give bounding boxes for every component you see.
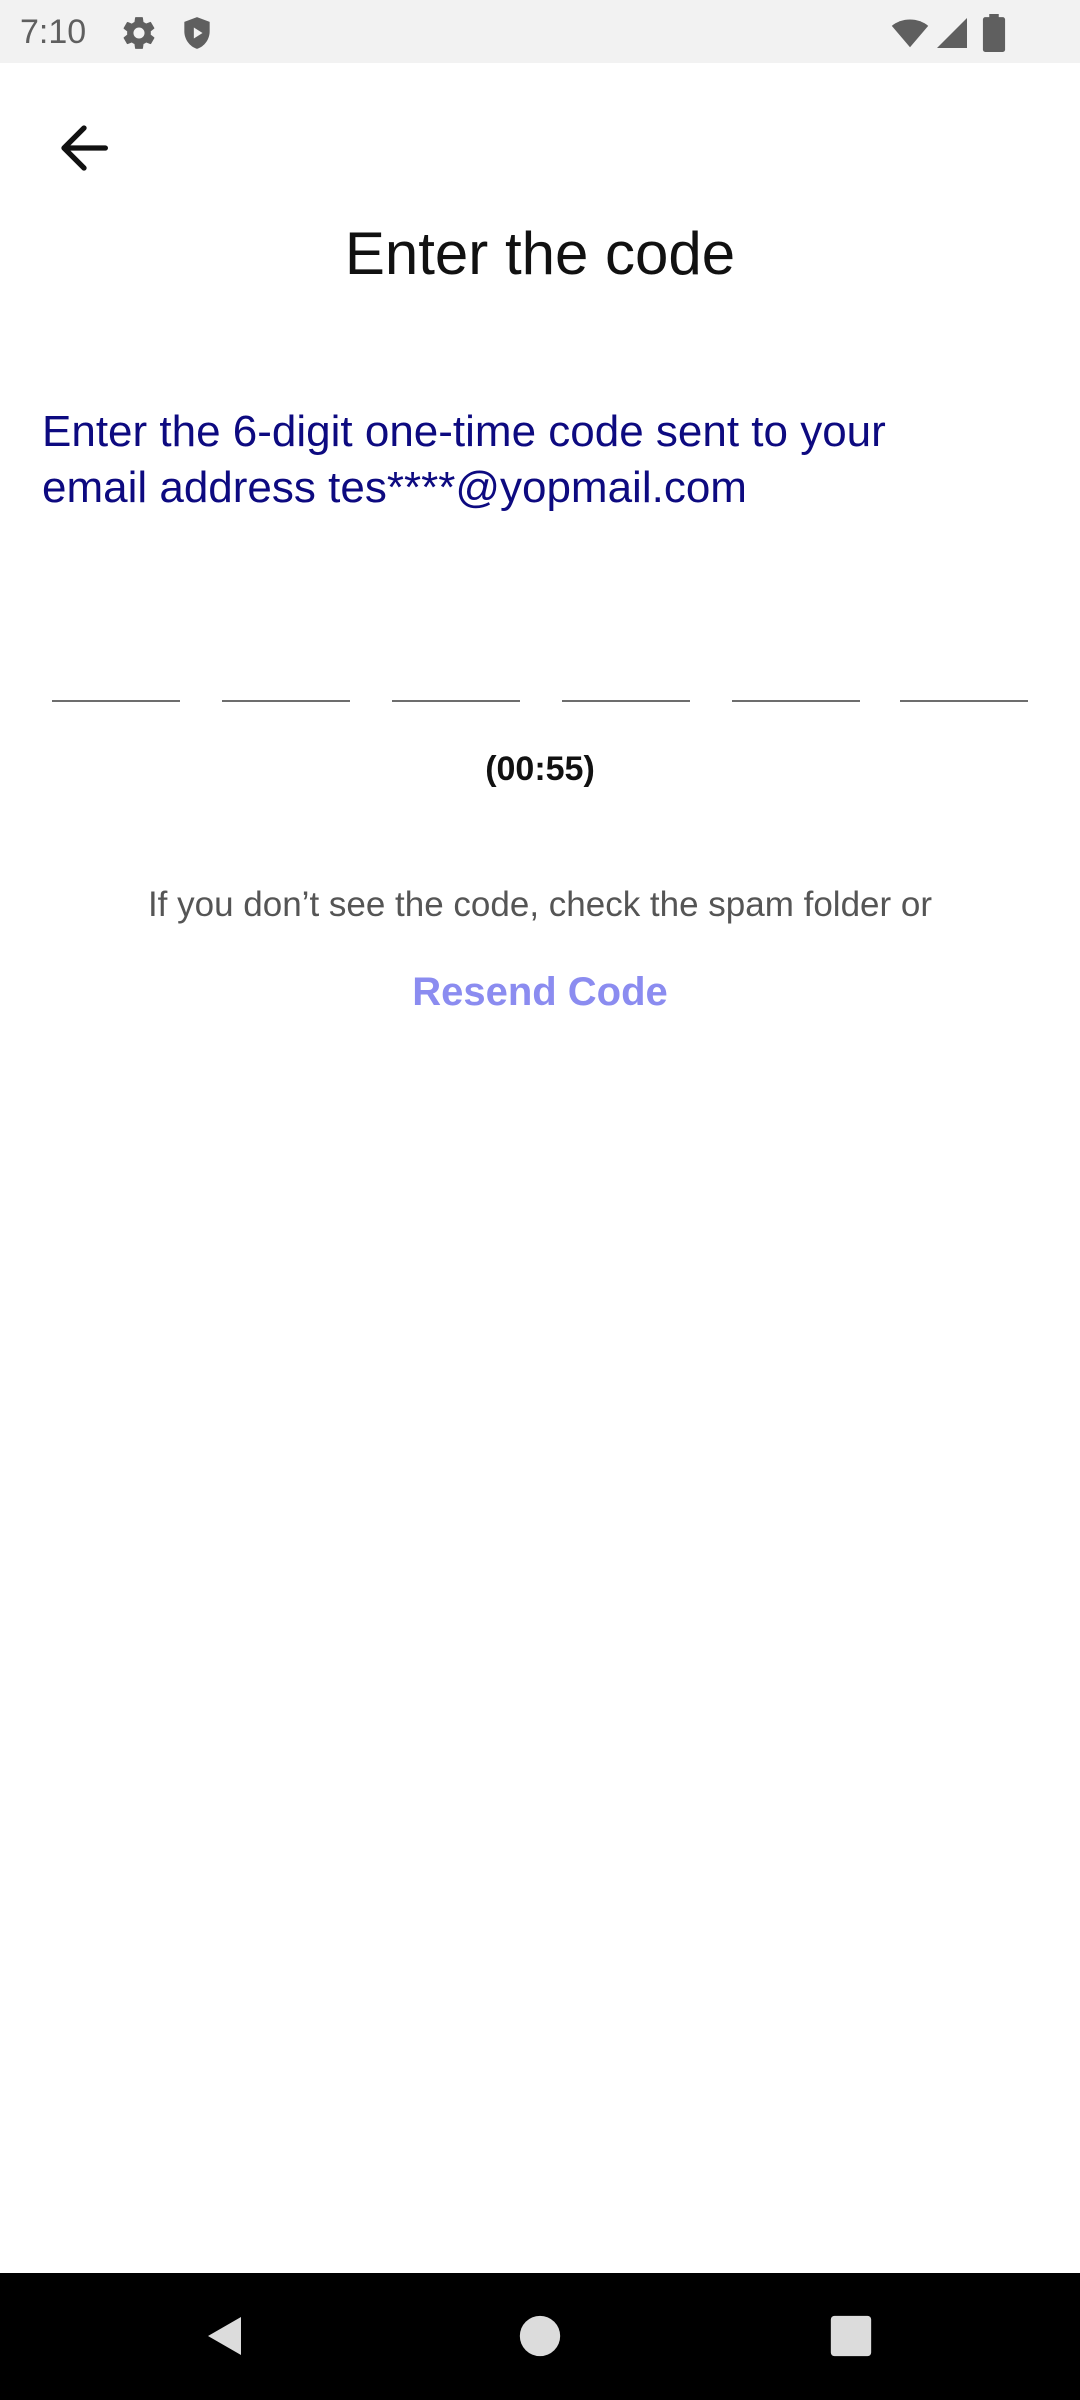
shield-icon bbox=[178, 14, 216, 57]
countdown-timer: (00:55) bbox=[485, 750, 595, 788]
otp-digit-5[interactable] bbox=[732, 640, 860, 702]
otp-digit-1[interactable] bbox=[52, 640, 180, 702]
battery-icon bbox=[982, 14, 1006, 57]
otp-digit-4[interactable] bbox=[562, 640, 690, 702]
signal-icon bbox=[934, 14, 970, 57]
wifi-icon bbox=[890, 14, 930, 57]
back-button[interactable] bbox=[40, 104, 128, 192]
instructions-line-1: Enter the 6-digit one-time code sent to … bbox=[42, 407, 886, 456]
settings-icon bbox=[120, 14, 158, 57]
nav-recents-button[interactable] bbox=[806, 2291, 896, 2381]
otp-code-fields bbox=[52, 640, 1028, 702]
page-title: Enter the code bbox=[344, 220, 736, 287]
system-nav-bar bbox=[0, 2273, 1080, 2400]
recents-square-icon bbox=[830, 2315, 872, 2357]
otp-digit-6[interactable] bbox=[900, 640, 1028, 702]
otp-digit-2[interactable] bbox=[222, 640, 350, 702]
resend-code-link[interactable]: Resend Code bbox=[390, 962, 690, 1022]
spam-hint-text: If you don’t see the code, check the spa… bbox=[147, 885, 933, 924]
nav-back-button[interactable] bbox=[180, 2291, 270, 2381]
status-bar: 7:10 bbox=[0, 0, 1080, 63]
instructions-line-2: email address tes****@yopmail.com bbox=[42, 463, 747, 512]
home-circle-icon bbox=[519, 2315, 561, 2357]
otp-screen: 7:10 Enter the code Enter the 6-digit on… bbox=[0, 0, 1080, 2400]
nav-home-button[interactable] bbox=[495, 2291, 585, 2381]
arrow-back-icon bbox=[61, 125, 108, 171]
otp-digit-3[interactable] bbox=[392, 640, 520, 702]
status-time: 7:10 bbox=[20, 13, 87, 51]
back-triangle-icon bbox=[208, 2317, 241, 2355]
instructions-text: Enter the 6-digit one-time code sent to … bbox=[42, 404, 1042, 516]
